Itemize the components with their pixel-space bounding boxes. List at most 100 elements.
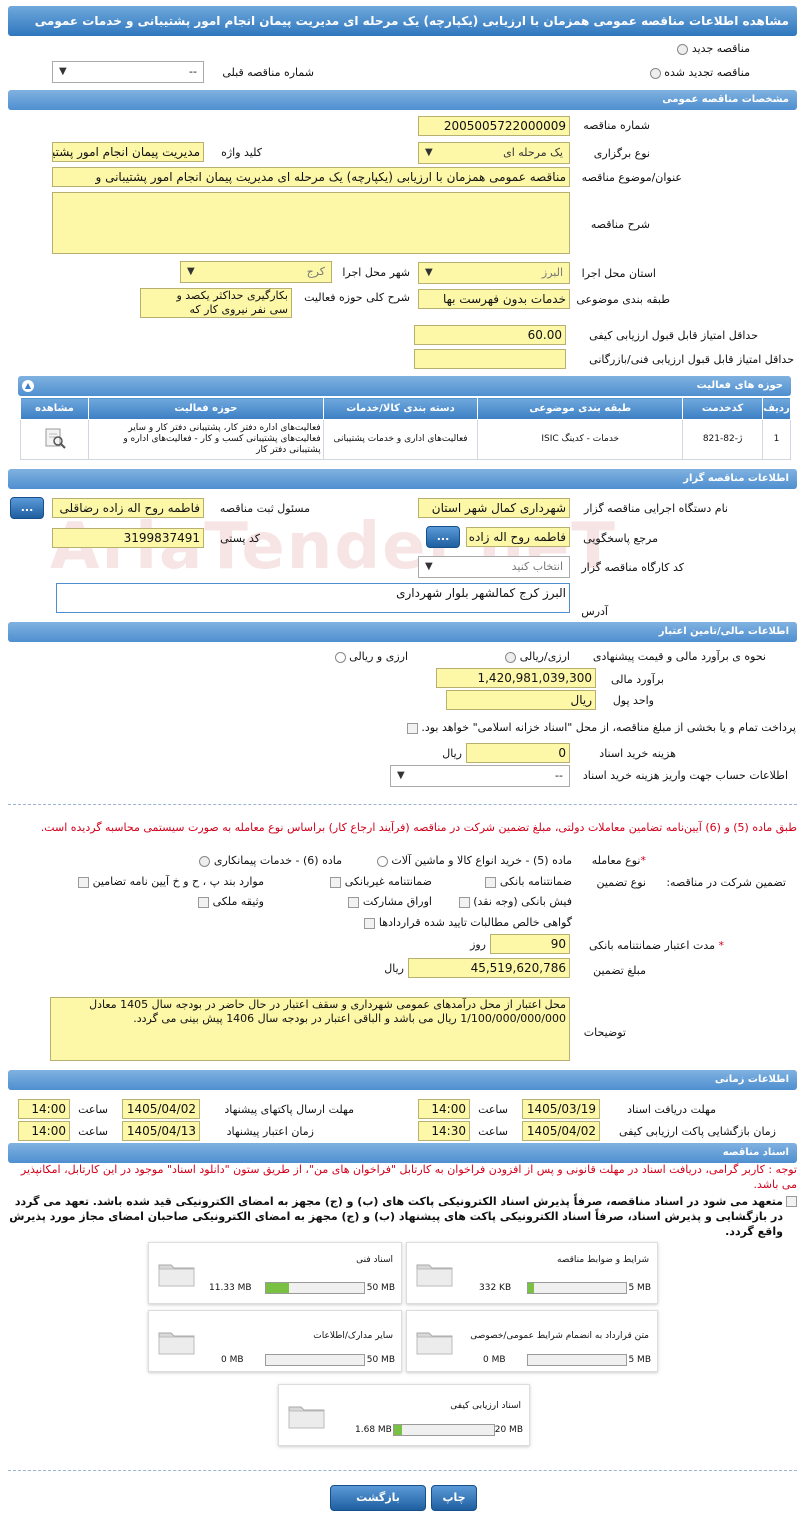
general-header: مشخصات مناقصه عمومی	[8, 90, 797, 110]
nonbank-check[interactable]	[330, 876, 342, 888]
deal-label: *نوع معامله	[591, 854, 646, 867]
number-field: 2005005722000009	[418, 116, 570, 136]
send-date: 1405/04/02	[122, 1099, 200, 1119]
print-button[interactable]: چاپ	[431, 1485, 477, 1511]
subject-field: مناقصه عمومی همزمان با ارزیابی (یکپارچه)…	[52, 167, 570, 187]
file-card[interactable]: اسناد فنی 50 MB 11.33 MB	[148, 1242, 402, 1304]
file-card[interactable]: شرایط و ضوابط مناقصه 5 MB 332 KB	[406, 1242, 658, 1304]
file-max: 5 MB	[628, 1283, 651, 1293]
new-tender-radio[interactable]: مناقصه جدید	[620, 40, 750, 58]
scope-label: شرح کلی حوزه فعالیت	[304, 291, 410, 304]
unit-field: ریال	[446, 690, 596, 710]
cell-code: ژ-82-821	[682, 419, 764, 460]
type-label: نوع برگزاری	[593, 147, 650, 160]
hour-label: ساعت	[78, 1103, 108, 1116]
file-size-bar	[265, 1354, 365, 1366]
file-name: شرایط و ضوابط مناقصه	[556, 1255, 649, 1265]
deal-opt1[interactable]: ماده (5) - خرید انواع کالا و ماشین آلات	[346, 852, 572, 870]
cell-field: فعالیت‌های اداره دفتر کار، پشتیبانی دفتر…	[88, 419, 324, 460]
radio-opt1[interactable]	[505, 651, 517, 663]
radio-deal1[interactable]	[376, 855, 388, 867]
bonds-checkbox[interactable]: اوراق مشارکت	[330, 893, 432, 911]
nonbank-checkbox[interactable]: ضمانتنامه غیربانکی	[306, 873, 432, 891]
ref-field: فاطمه روح اله زاده	[466, 527, 570, 547]
cell-category: خدمات - کدینگ ISIC	[477, 419, 684, 460]
method-opt1[interactable]: ارزی/ریالی	[490, 648, 570, 666]
deal-opt2[interactable]: ماده (6) - خدمات پیمانکاری	[180, 852, 342, 870]
treasury-checkbox[interactable]: پرداخت تمام و یا بخشی از مبلغ مناقصه، از…	[372, 719, 796, 737]
doc-cost-unit: ریال	[442, 747, 462, 760]
file-max: 50 MB	[366, 1355, 395, 1365]
folder-icon	[158, 1264, 195, 1287]
col-field: حوزه فعالیت	[88, 397, 324, 420]
cash-check[interactable]	[458, 896, 470, 908]
type-select[interactable]: یک مرحله ای ▼	[418, 142, 570, 164]
radio-renewed[interactable]	[649, 67, 661, 79]
radio-opt2[interactable]	[334, 651, 346, 663]
claims-check[interactable]	[364, 917, 376, 929]
folder-icon	[416, 1264, 453, 1287]
folder-icon	[416, 1332, 453, 1355]
renewed-tender-radio[interactable]: مناقصه تجدید شده	[620, 64, 750, 82]
prev-number-select[interactable]: -- ▼	[52, 61, 204, 83]
file-size-bar	[265, 1282, 365, 1294]
file-card[interactable]: اسناد ارزیابی کیفی 20 MB 1.68 MB	[278, 1384, 530, 1446]
bank-check[interactable]	[485, 876, 497, 888]
hour-label: ساعت	[478, 1125, 508, 1138]
prev-number-label: شماره مناقصه قبلی	[222, 66, 314, 79]
file-name: متن قرارداد به انضمام شرایط عمومی/خصوصی	[470, 1331, 649, 1341]
file-name: اسناد ارزیابی کیفی	[450, 1401, 521, 1411]
workshop-select[interactable]: انتخاب کنید ▼	[418, 556, 570, 578]
bonds-check[interactable]	[348, 896, 360, 908]
estimate-field: 1,420,981,039,300	[436, 668, 596, 688]
resp-more-button[interactable]: ...	[10, 497, 44, 519]
file-name: اسناد فنی	[356, 1255, 393, 1265]
claims-checkbox[interactable]: گواهی خالص مطالبات تایید شده قراردادها	[330, 914, 572, 932]
file-card[interactable]: سایر مدارک/اطلاعات 50 MB 0 MB	[148, 1310, 402, 1372]
radio-deal2[interactable]	[199, 855, 211, 867]
radio-new[interactable]	[677, 43, 689, 55]
ref-more-button[interactable]: ...	[426, 526, 460, 548]
open-label: زمان بازگشایی پاکت ارزیابی کیفی	[618, 1125, 776, 1138]
size-fill	[394, 1425, 402, 1435]
guarantee-notice: طبق ماده (5) و (6) آیین‌نامه تضامین معام…	[40, 821, 797, 834]
scope-field[interactable]: بکارگیری حداکثر یکصد و سی نفر نیروی کار …	[140, 288, 292, 318]
amount-label: مبلغ تضمین	[593, 964, 646, 977]
size-fill	[266, 1283, 289, 1293]
magnifier-doc-icon[interactable]	[43, 427, 67, 449]
divider	[8, 804, 797, 805]
property-checkbox[interactable]: وثیقه ملکی	[180, 893, 264, 911]
postal-field: 3199837491	[52, 528, 204, 548]
collapse-icon[interactable]: ▲	[22, 380, 34, 392]
treasury-check[interactable]	[406, 722, 418, 734]
chevron-down-icon: ▼	[425, 147, 433, 158]
desc-field	[52, 192, 570, 254]
cash-checkbox[interactable]: فیش بانکی (وجه نقد)	[458, 893, 572, 911]
commit-text: متعهد می شود در اسناد مناقصه، صرفاً پذیر…	[8, 1194, 797, 1239]
view-cell[interactable]	[20, 419, 89, 460]
method-opt2[interactable]: ارزی و ریالی	[320, 648, 408, 666]
file-size: 0 MB	[483, 1355, 506, 1365]
property-check[interactable]	[198, 896, 210, 908]
account-select[interactable]: -- ▼	[390, 765, 570, 787]
hour-label: ساعت	[478, 1103, 508, 1116]
size-fill	[528, 1283, 534, 1293]
province-label: استان محل اجرا	[581, 267, 656, 280]
min-quality-label: حداقل امتیاز قابل قبول ارزیابی کیفی	[589, 329, 758, 342]
back-button[interactable]: بازگشت	[330, 1485, 426, 1511]
file-card[interactable]: متن قرارداد به انضمام شرایط عمومی/خصوصی …	[406, 1310, 658, 1372]
chevron-down-icon: ▼	[397, 770, 405, 781]
clauses-check[interactable]	[78, 876, 90, 888]
workshop-label: کد کارگاه مناقصه گزار	[581, 561, 684, 574]
hour-label: ساعت	[78, 1125, 108, 1138]
bank-checkbox[interactable]: ضمانتنامه بانکی	[470, 873, 572, 891]
commit-check[interactable]	[786, 1196, 797, 1207]
clauses-checkbox[interactable]: موارد بند پ ، ح و خ آیین نامه تضامین	[60, 873, 264, 891]
city-select[interactable]: کرج ▼	[180, 261, 332, 283]
cell-row: 1	[762, 419, 791, 460]
valid-time: 14:00	[18, 1121, 70, 1141]
province-select[interactable]: البرز ▼	[418, 262, 570, 284]
documents-notice: توجه : کاربر گرامی، دریافت اسناد در مهلت…	[20, 1163, 797, 1191]
validity-field: 90	[490, 934, 570, 954]
activities-table: ردیف کدخدمت طبقه بندی موضوعی دسته بندی ک…	[20, 397, 791, 460]
